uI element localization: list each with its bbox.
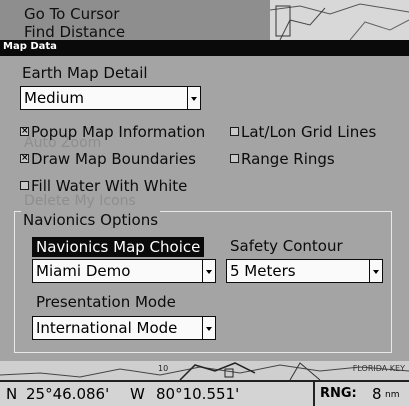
checkbox-checked-icon <box>20 154 29 163</box>
map-depth-number: 10 <box>158 364 169 373</box>
presentation-mode-value: International Mode <box>36 319 178 337</box>
map-graphic-top <box>270 3 409 40</box>
range-value: 8 <box>372 385 382 403</box>
draw-map-boundaries-label: Draw Map Boundaries <box>31 150 196 168</box>
ghost-item-delete-my-icons: Delete My Icons <box>24 193 136 209</box>
navionics-map-choice-value: Miami Demo <box>36 262 131 280</box>
navionics-map-choice-label: Navionics Map Choice <box>32 237 205 257</box>
latitude-value: 25°46.086' <box>26 385 110 403</box>
checkbox-unchecked-icon <box>230 154 239 163</box>
safety-contour-select[interactable]: 5 Meters <box>226 259 383 283</box>
status-divider <box>313 382 315 406</box>
chevron-down-icon <box>369 260 382 282</box>
menu-item-go-to-cursor[interactable]: Go To Cursor <box>24 5 119 23</box>
map-data-dialog: Auto Zoom Delete My Icons Map Data Earth… <box>0 40 409 361</box>
popup-map-information-label: Popup Map Information <box>31 123 206 141</box>
presentation-mode-label: Presentation Mode <box>36 293 176 311</box>
chevron-down-icon <box>202 317 215 339</box>
latitude-hemisphere: N <box>6 385 18 403</box>
map-region-label: FLORIDA KEY <box>352 364 405 373</box>
map-graphic-bottom <box>0 362 409 380</box>
checkbox-unchecked-icon <box>20 181 29 190</box>
status-bar: N 25°46.086' W 80°10.551' RNG: 8 nm <box>0 380 409 406</box>
menu-item-find-distance[interactable]: Find Distance <box>24 23 125 41</box>
presentation-mode-select[interactable]: International Mode <box>32 316 216 340</box>
earth-map-detail-value: Medium <box>24 89 84 107</box>
range-label: RNG: <box>320 386 357 401</box>
map-view-bottom[interactable]: 10 FLORIDA KEY <box>0 361 409 380</box>
earth-map-detail-label: Earth Map Detail <box>22 64 148 82</box>
checkbox-unchecked-icon <box>230 127 239 136</box>
safety-contour-value: 5 Meters <box>230 262 296 280</box>
navionics-map-choice-select[interactable]: Miami Demo <box>32 259 216 283</box>
dialog-title-bar: Map Data <box>0 40 409 56</box>
range-unit: nm <box>385 390 400 400</box>
longitude-value: 80°10.551' <box>156 385 240 403</box>
chevron-down-icon <box>202 260 215 282</box>
navionics-options-title: Navionics Options <box>21 211 161 229</box>
map-view-top[interactable] <box>270 0 409 40</box>
longitude-hemisphere: W <box>130 385 145 403</box>
range-rings-label: Range Rings <box>241 150 335 168</box>
safety-contour-label: Safety Contour <box>230 237 343 255</box>
background-menu: Go To Cursor Find Distance <box>0 0 270 41</box>
lat-lon-grid-lines-label: Lat/Lon Grid Lines <box>241 123 377 141</box>
chevron-down-icon <box>187 87 200 109</box>
fill-water-with-white-label: Fill Water With White <box>31 177 188 195</box>
dialog-title: Map Data <box>3 41 57 52</box>
checkbox-checked-icon <box>20 127 29 136</box>
earth-map-detail-select[interactable]: Medium <box>20 86 201 110</box>
